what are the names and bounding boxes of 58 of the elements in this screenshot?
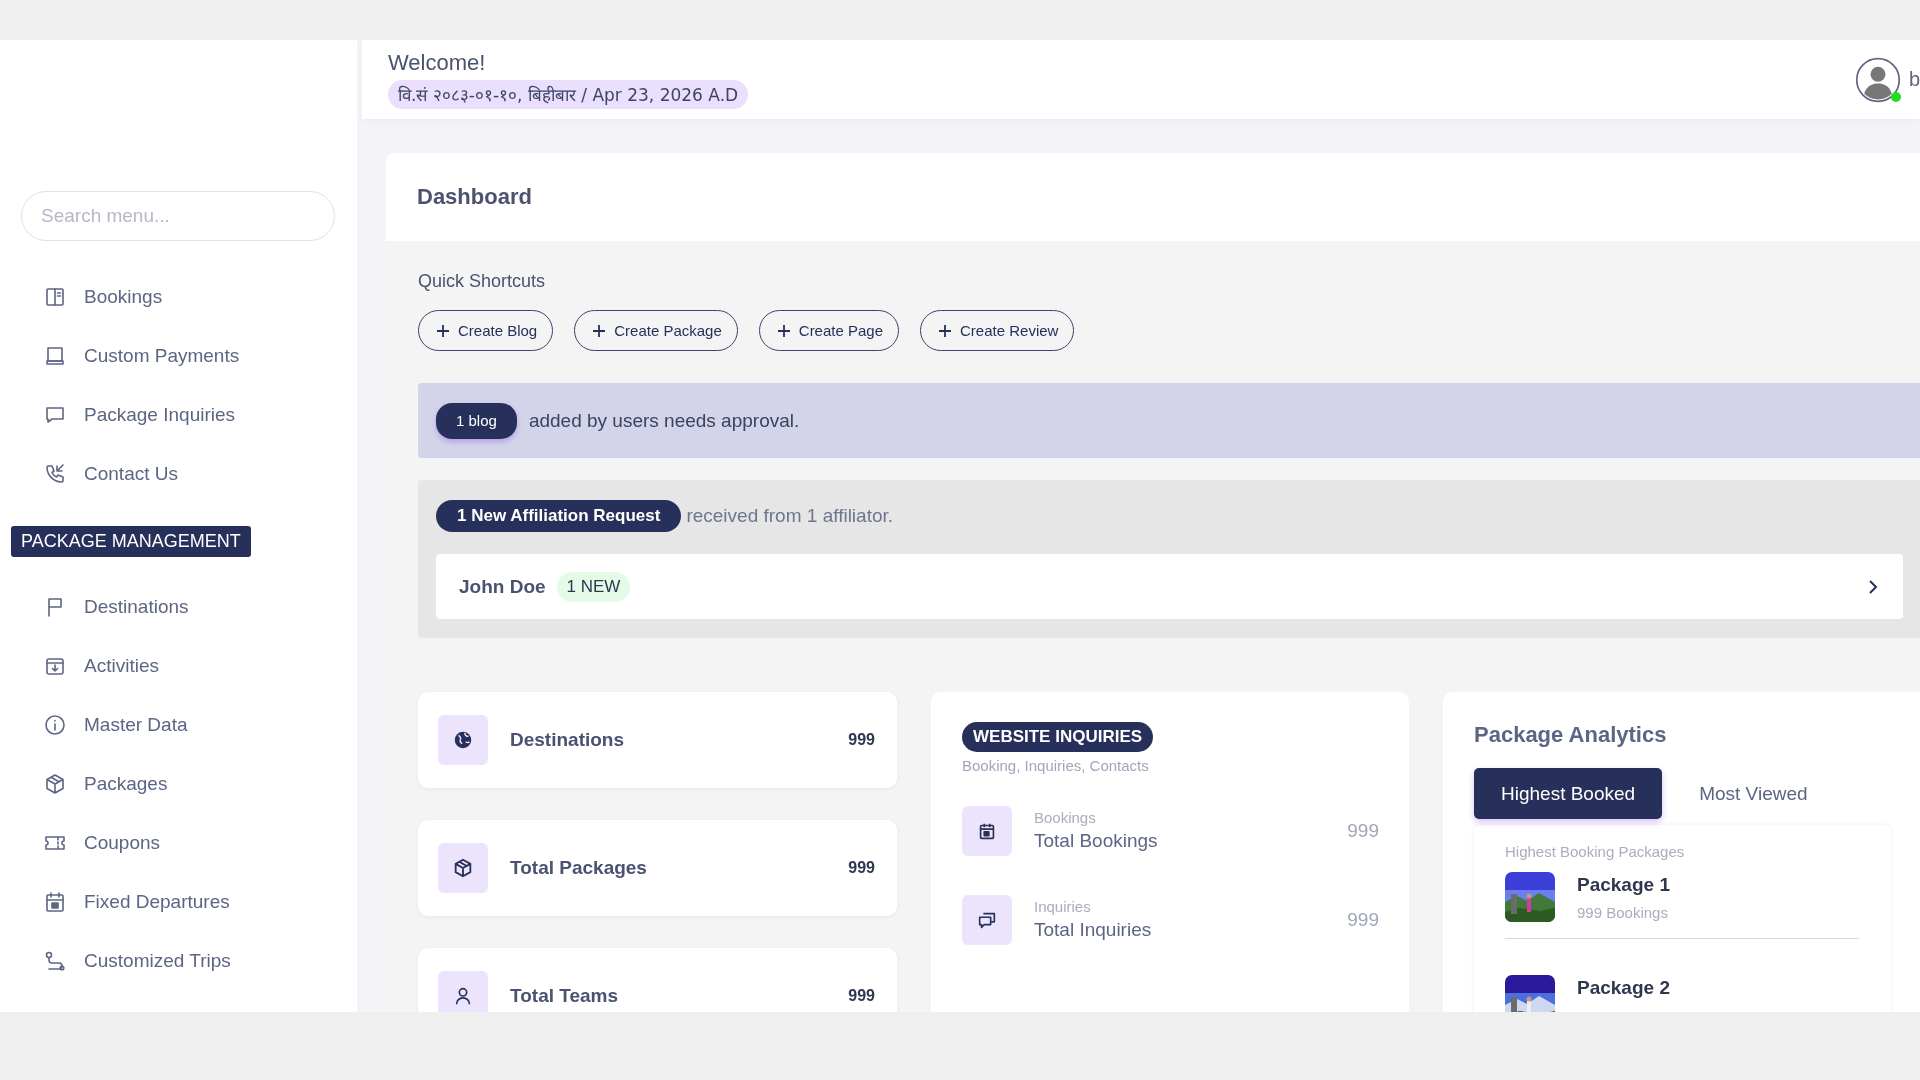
request-badge: 1 New Affiliation Request xyxy=(436,500,682,532)
stat-value: 999 xyxy=(848,987,875,1005)
search-field[interactable]: Search menu... xyxy=(21,191,335,241)
inquiry-category: Bookings xyxy=(1034,809,1097,826)
inquiry-label: Total Inquiries xyxy=(1034,919,1152,941)
inquiry-count: 999 xyxy=(1347,819,1379,842)
sidebar-item[interactable]: Activities xyxy=(0,636,169,695)
count-badge[interactable]: 1 blog xyxy=(436,402,517,439)
phone-icon xyxy=(43,461,67,486)
sidebar-item[interactable]: Bookings xyxy=(0,267,173,326)
requester-name: John Doe xyxy=(459,575,546,598)
avatar-icon[interactable] xyxy=(1854,56,1901,103)
chevron-icon xyxy=(1867,578,1879,595)
inquiry-category: Inquiries xyxy=(1034,898,1092,915)
stat-value: 999 xyxy=(848,731,875,749)
user-name[interactable]: b xyxy=(1908,68,1920,91)
sidebar-item[interactable]: Fixed Departures xyxy=(0,872,240,931)
sidebar-item[interactable]: Contact Us xyxy=(0,444,188,503)
inquiry-count: 999 xyxy=(1347,908,1379,931)
cube-icon xyxy=(43,771,67,796)
sidebar-item[interactable]: Master Data xyxy=(0,695,198,754)
welcome-heading: Welcome! xyxy=(388,50,486,76)
request-row[interactable]: John Doe 1 NEW xyxy=(436,554,1903,619)
cube-icon xyxy=(452,857,474,879)
sidebar-item[interactable]: Custom Payments xyxy=(0,326,250,385)
stat-value: 999 xyxy=(848,859,875,877)
page-title: Dashboard xyxy=(417,184,532,210)
inquiries-badge: WEBSITE INQUIRIES xyxy=(962,722,1154,752)
plus-icon xyxy=(938,323,953,338)
section-label: PACKAGE MANAGEMENT xyxy=(11,526,251,557)
affiliation-text: received from 1 affiliator. xyxy=(686,505,894,527)
inquiries-subtitle: Booking, Inquiries, Contacts xyxy=(962,757,1149,774)
plus-icon xyxy=(592,323,607,338)
sidebar-item[interactable]: Destinations xyxy=(0,577,199,636)
tab[interactable]: Highest Booked xyxy=(1474,768,1663,819)
analytics-title: Package Analytics xyxy=(1474,722,1668,748)
sidebar-item[interactable]: Package Inquiries xyxy=(0,385,246,444)
globe-icon xyxy=(452,729,474,751)
booking-count: 999 Bookings xyxy=(1577,904,1669,921)
sidebar-item[interactable]: Coupons xyxy=(0,813,171,872)
list-title: Highest Booking Packages xyxy=(1505,843,1686,860)
package-name: Package 2 xyxy=(1577,977,1670,999)
date-pill: वि.सं २०८३-०१-१०, बिहीबार / Apr 23, 2026 A.D xyxy=(388,80,749,109)
sidebar-item[interactable]: Customized Trips xyxy=(0,931,241,990)
plus-icon xyxy=(776,323,791,338)
inquiry-label: Total Bookings xyxy=(1034,830,1158,852)
plus-icon xyxy=(436,323,450,338)
section-heading: Quick Shortcuts xyxy=(418,271,547,292)
banner-text: added by users needs approval. xyxy=(528,409,800,432)
stat-label: Total Teams xyxy=(510,985,619,1007)
package-name: Package 1 xyxy=(1577,874,1670,896)
new-badge: 1 NEW xyxy=(556,571,631,602)
sidebar-item[interactable]: Packages xyxy=(0,754,178,813)
info-icon xyxy=(43,712,67,737)
calendar-icon xyxy=(43,889,67,914)
stat-label: Destinations xyxy=(510,729,625,751)
stat-label: Total Packages xyxy=(510,857,647,879)
tab[interactable]: Most Viewed xyxy=(1672,768,1835,819)
